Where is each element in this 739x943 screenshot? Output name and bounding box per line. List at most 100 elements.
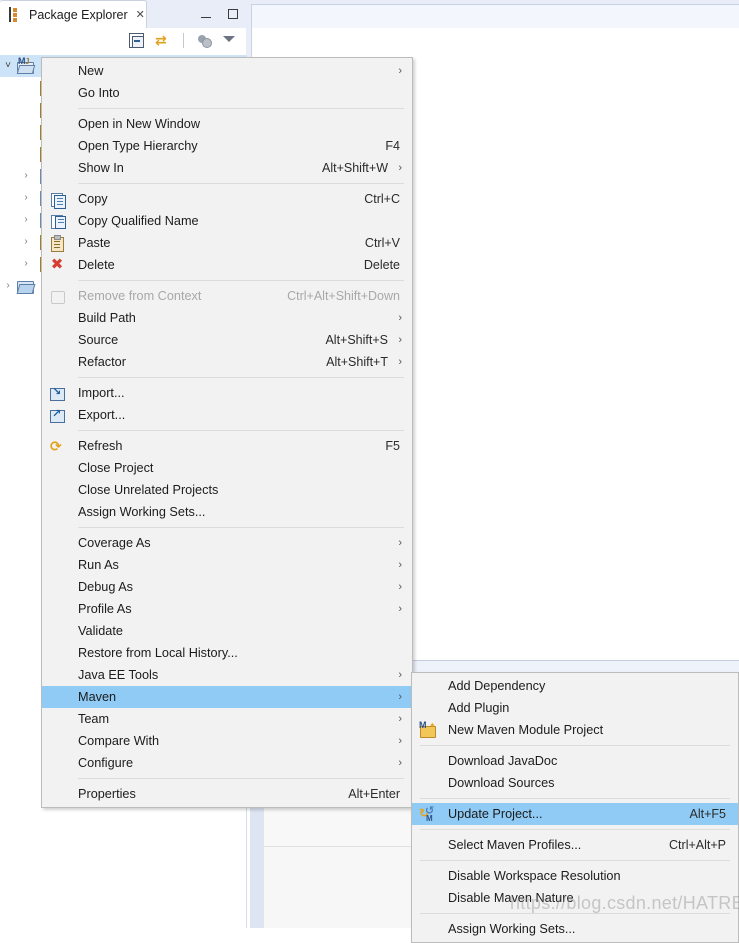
menu-item-disable-workspace-res[interactable]: Disable Workspace Resolution (412, 865, 738, 887)
menu-item-label: Validate (78, 624, 123, 638)
menu-item-maven[interactable]: Maven › (42, 686, 412, 708)
menu-item-disable-maven-nature[interactable]: Disable Maven Nature (412, 887, 738, 909)
menu-item-select-maven-profiles[interactable]: Select Maven Profiles... Ctrl+Alt+P (412, 834, 738, 856)
menu-item-label: Maven (78, 690, 117, 704)
paste-icon (48, 234, 66, 252)
menu-item-label: Export... (78, 408, 126, 422)
menu-item-assign-working-sets[interactable]: Assign Working Sets... (42, 501, 412, 523)
menu-item-label: Close Project (78, 461, 154, 475)
focus-on-active-task-icon[interactable] (196, 32, 212, 48)
menu-item-download-javadoc[interactable]: Download JavaDoc (412, 750, 738, 772)
menu-item-new[interactable]: New › (42, 60, 412, 82)
menu-item-paste[interactable]: Paste Ctrl+V (42, 232, 412, 254)
menu-item-close-project[interactable]: Close Project (42, 457, 412, 479)
maximize-icon[interactable] (227, 8, 240, 21)
menu-item-run-as[interactable]: Run As › (42, 554, 412, 576)
menu-item-close-unrelated[interactable]: Close Unrelated Projects (42, 479, 412, 501)
chevron-right-icon: › (398, 713, 402, 725)
menu-item-shortcut: Delete (363, 258, 400, 272)
chevron-right-icon[interactable]: › (18, 209, 34, 231)
chevron-right-icon: › (398, 559, 402, 571)
view-toolbar: ⇄ (0, 28, 246, 55)
menu-item-source[interactable]: Source Alt+Shift+S › (42, 329, 412, 351)
menu-item-assign-working-sets-mvn[interactable]: Assign Working Sets... (412, 918, 738, 940)
menu-item-download-sources[interactable]: Download Sources (412, 772, 738, 794)
menu-item-refactor[interactable]: Refactor Alt+Shift+T › (42, 351, 412, 373)
menu-item-team[interactable]: Team › (42, 708, 412, 730)
chevron-down-icon[interactable]: ˅ (0, 55, 16, 77)
menu-item-export[interactable]: ↗ Export... (42, 404, 412, 426)
menu-item-go-into[interactable]: Go Into (42, 82, 412, 104)
menu-item-label: Run As (78, 558, 119, 572)
menu-item-label: Show In (78, 161, 124, 175)
menu-item-label: Refactor (78, 355, 126, 369)
menu-item-delete[interactable]: ✖ Delete Delete (42, 254, 412, 276)
remove-from-context-icon (48, 287, 66, 305)
menu-item-label: Remove from Context (78, 289, 202, 303)
menu-item-label: Team (78, 712, 110, 726)
menu-item-validate[interactable]: Validate (42, 620, 412, 642)
menu-item-java-ee-tools[interactable]: Java EE Tools › (42, 664, 412, 686)
close-icon[interactable]: ✕ (136, 8, 145, 21)
chevron-right-icon[interactable]: › (18, 165, 34, 187)
menu-item-properties[interactable]: Properties Alt+Enter (42, 783, 412, 805)
menu-separator (78, 183, 404, 184)
project-context-menu[interactable]: New › Go Into Open in New Window Open Type H… (41, 57, 413, 808)
menu-item-shortcut: F5 (385, 439, 400, 453)
menu-item-coverage-as[interactable]: Coverage As › (42, 532, 412, 554)
menu-item-copy[interactable]: Copy Ctrl+C (42, 188, 412, 210)
menu-item-label: Profile As (78, 602, 132, 616)
copy-qualified-name-icon (48, 212, 66, 230)
menu-item-label: Update Project... (448, 807, 543, 821)
menu-item-compare-with[interactable]: Compare With › (42, 730, 412, 752)
chevron-right-icon[interactable]: › (18, 187, 34, 209)
menu-item-open-type-hierarchy[interactable]: Open Type Hierarchy F4 (42, 135, 412, 157)
menu-item-remove-from-context[interactable]: Remove from Context Ctrl+Alt+Shift+Down (42, 285, 412, 307)
menu-item-add-plugin[interactable]: Add Plugin (412, 697, 738, 719)
export-icon: ↗ (48, 406, 66, 424)
menu-item-label: Select Maven Profiles... (448, 838, 582, 852)
minimize-icon[interactable] (200, 8, 213, 21)
menu-item-label: Compare With (78, 734, 160, 748)
menu-item-copy-qualified-name[interactable]: Copy Qualified Name (42, 210, 412, 232)
chevron-right-icon[interactable]: › (18, 231, 34, 253)
menu-separator (78, 778, 404, 779)
chevron-right-icon: › (398, 312, 402, 324)
tab-package-explorer[interactable]: Package Explorer ✕ (0, 0, 147, 28)
menu-item-label: Download JavaDoc (448, 754, 558, 768)
menu-item-add-dependency[interactable]: Add Dependency (412, 675, 738, 697)
menu-item-refresh[interactable]: ⟳ Refresh F5 (42, 435, 412, 457)
menu-item-configure[interactable]: Configure › (42, 752, 412, 774)
menu-item-profile-as[interactable]: Profile As › (42, 598, 412, 620)
menu-item-show-in[interactable]: Show In Alt+Shift+W › (42, 157, 412, 179)
link-with-editor-icon[interactable]: ⇄ (155, 32, 171, 48)
menu-item-build-path[interactable]: Build Path › (42, 307, 412, 329)
menu-item-label: Open in New Window (78, 117, 200, 131)
menu-item-label: Restore from Local History... (78, 646, 238, 660)
menu-separator (420, 829, 730, 830)
editor-tab-strip[interactable] (251, 4, 739, 29)
menu-item-new-maven-module[interactable]: M ✦ New Maven Module Project (412, 719, 738, 741)
menu-item-label: Source (78, 333, 119, 347)
menu-item-shortcut: Alt+Enter (348, 787, 400, 801)
collapse-all-icon[interactable] (129, 32, 145, 48)
menu-item-label: Add Plugin (448, 701, 510, 715)
maven-submenu[interactable]: Add Dependency Add Plugin M ✦ New Maven Modu… (411, 672, 739, 943)
menu-separator (78, 527, 404, 528)
menu-item-label: Disable Maven Nature (448, 891, 574, 905)
menu-item-import[interactable]: ↘ Import... (42, 382, 412, 404)
menu-item-label: New (78, 64, 104, 78)
menu-item-restore-local-history[interactable]: Restore from Local History... (42, 642, 412, 664)
menu-separator (78, 108, 404, 109)
menu-item-label: Refresh (78, 439, 123, 453)
view-menu-icon[interactable] (222, 32, 238, 48)
menu-item-label: Download Sources (448, 776, 555, 790)
menu-item-label: New Maven Module Project (448, 723, 604, 737)
chevron-right-icon[interactable]: › (18, 253, 34, 275)
chevron-right-icon[interactable]: › (0, 275, 16, 297)
menu-item-update-project[interactable]: ↻ ↺ M Update Project... Alt+F5 (412, 803, 738, 825)
menu-item-shortcut: Alt+F5 (689, 807, 726, 821)
menu-item-open-in-new-window[interactable]: Open in New Window (42, 113, 412, 135)
view-tab-area: Package Explorer ✕ (0, 0, 246, 28)
menu-item-debug-as[interactable]: Debug As › (42, 576, 412, 598)
